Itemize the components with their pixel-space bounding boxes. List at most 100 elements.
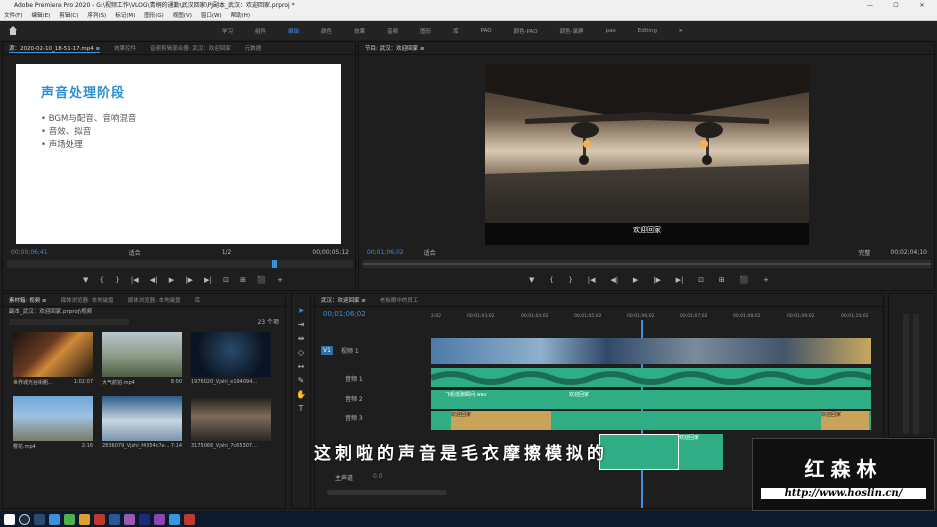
clip-thumbnail[interactable]: 大气航拍.mp4 8:00 <box>102 332 182 386</box>
clip-thumbnail[interactable]: 世界城光谷街衢... 1:02:07 <box>13 332 93 386</box>
audio-clip-selected[interactable] <box>599 434 679 470</box>
workspace-editing[interactable]: 编辑 <box>288 27 299 35</box>
clip-yellow[interactable]: 欢迎回家 <box>451 411 551 430</box>
audio-clip-a2[interactable]: 飞机低跑瞬间.wav 欢迎回家 <box>431 390 871 409</box>
source-fit-dropdown[interactable]: 适合 <box>129 248 141 257</box>
source-playhead[interactable] <box>272 260 277 268</box>
menu-sequence[interactable]: 序列(S) <box>87 11 106 20</box>
step-forward-button[interactable]: |▶ <box>653 276 661 284</box>
menu-help[interactable]: 帮助(H) <box>231 11 250 20</box>
go-to-in-button[interactable]: |◀ <box>588 276 596 284</box>
pen-tool-icon[interactable]: ✎ <box>298 376 305 385</box>
menu-view[interactable]: 视图(V) <box>173 11 192 20</box>
tab-metadata[interactable]: 元数据 <box>245 44 262 52</box>
selection-tool-icon[interactable]: ➤ <box>298 306 305 315</box>
tab-sequence-boss[interactable]: 老板眼中的员工 <box>380 296 419 304</box>
play-button[interactable]: ▶ <box>169 276 174 284</box>
go-to-in-button[interactable]: |◀ <box>131 276 139 284</box>
chrome-icon[interactable] <box>94 513 105 525</box>
audio-clip[interactable]: 欢迎回家 <box>679 434 723 470</box>
mark-out-button[interactable]: } <box>568 276 572 284</box>
workspace-color-pao[interactable]: 颜色-PAO <box>514 27 538 35</box>
menu-clip[interactable]: 剪辑(C) <box>59 11 78 20</box>
workspace-editing-en[interactable]: Editing <box>638 28 657 34</box>
workspace-assembly[interactable]: 组件 <box>255 27 266 35</box>
workspace-grade-rec[interactable]: 调色-录屏 <box>560 27 584 35</box>
source-scrubber[interactable] <box>7 260 353 268</box>
workspace-audio[interactable]: 音频 <box>387 27 398 35</box>
task-view-icon[interactable] <box>34 513 45 525</box>
step-back-button[interactable]: ◀| <box>150 276 158 284</box>
project-search-input[interactable] <box>9 318 129 325</box>
clip-yellow[interactable]: 欢迎回家 <box>821 411 869 430</box>
marker-button[interactable]: ▼ <box>83 276 88 284</box>
menu-window[interactable]: 窗口(W) <box>201 11 222 20</box>
marker-button[interactable]: ▼ <box>529 276 534 284</box>
word-icon[interactable] <box>109 513 120 525</box>
tab-source[interactable]: 源：2020-02-10_18-51-17.mp4 ≡ <box>9 44 101 53</box>
mark-in-button[interactable]: { <box>100 276 104 284</box>
mark-in-button[interactable]: { <box>549 276 553 284</box>
program-scrubber[interactable] <box>363 260 931 268</box>
maximize-button[interactable]: ☐ <box>885 0 907 11</box>
go-to-out-button[interactable]: ▶| <box>676 276 684 284</box>
clip-thumbnail[interactable]: 2836079_Vjshi_f4354c7e... 7:14 <box>102 396 182 450</box>
clip-thumbnail[interactable]: 1976020_Vjshi_e194094... <box>191 332 271 386</box>
explorer-icon[interactable] <box>49 513 60 525</box>
workspace-learn[interactable]: 学习 <box>222 27 233 35</box>
workspace-graphics[interactable]: 图形 <box>420 27 431 35</box>
close-button[interactable]: ✕ <box>911 0 933 11</box>
workspace-pao-lower[interactable]: pao <box>606 28 616 34</box>
go-to-out-button[interactable]: ▶| <box>204 276 212 284</box>
photoshop-icon[interactable] <box>139 513 150 525</box>
clip-thumbnail[interactable]: 樱花.mp4 2:16 <box>13 396 93 450</box>
tab-bin-video[interactable]: 素材箱: 视频 ≡ <box>9 296 46 304</box>
menu-marker[interactable]: 标记(M) <box>115 11 135 20</box>
lift-button[interactable]: ⊡ <box>698 276 704 284</box>
workspace-color[interactable]: 颜色 <box>321 27 332 35</box>
after-effects-icon[interactable] <box>154 513 165 525</box>
windows-start-icon[interactable] <box>4 513 15 525</box>
workspace-library[interactable]: 库 <box>453 27 459 35</box>
slip-tool-icon[interactable]: ↔ <box>298 362 305 371</box>
tab-effect-controls[interactable]: 效果控件 <box>114 44 136 52</box>
tab-program[interactable]: 节目: 武汉：欢迎回家 ≡ <box>365 44 424 52</box>
app-icon[interactable] <box>184 513 195 525</box>
clip-thumbnail[interactable]: 3175066_Vjshi_7c65307... <box>191 396 271 450</box>
step-forward-button[interactable]: |▶ <box>185 276 193 284</box>
tab-media-browser-2[interactable]: 媒体浏览器: 本地磁盘 <box>128 296 181 304</box>
timeline-ruler[interactable]: 2;02 00;01;03;02 00;01;04;02 00;01;05;02… <box>431 314 883 326</box>
menu-file[interactable]: 文件(F) <box>4 11 22 20</box>
ripple-edit-tool-icon[interactable]: ⇹ <box>298 334 305 343</box>
audio-clip-a3[interactable]: 欢迎回家 欢迎回家 <box>431 411 871 430</box>
program-timecode[interactable]: 00;01;06;02 <box>367 249 404 256</box>
add-button[interactable]: + <box>763 276 769 284</box>
track-select-tool-icon[interactable]: ⇥ <box>298 320 305 329</box>
menu-graphics[interactable]: 图形(G) <box>144 11 164 20</box>
video-clip-strip[interactable] <box>431 338 871 364</box>
tab-media-browser[interactable]: 媒体浏览器: 本地磁盘 <box>60 296 113 304</box>
play-button[interactable]: ▶ <box>633 276 638 284</box>
export-frame-button[interactable]: ⬛ <box>740 276 749 284</box>
timeline-timecode[interactable]: 00;01;06;02 <box>323 310 366 318</box>
extract-button[interactable]: ⊞ <box>719 276 725 284</box>
minimize-button[interactable]: — <box>859 0 881 11</box>
program-fit-dropdown[interactable]: 适合 <box>424 248 436 257</box>
source-timecode[interactable]: 00;00;06;41 <box>11 249 48 256</box>
hand-tool-icon[interactable]: ✋ <box>296 390 306 399</box>
folder-icon[interactable] <box>79 513 90 525</box>
mark-out-button[interactable]: } <box>115 276 119 284</box>
step-back-button[interactable]: ◀| <box>610 276 618 284</box>
razor-tool-icon[interactable]: ◇ <box>298 348 304 357</box>
home-icon[interactable] <box>8 25 22 36</box>
track-target-v1[interactable]: V1 <box>321 345 333 355</box>
wechat-icon[interactable] <box>64 513 75 525</box>
audition-icon[interactable] <box>169 513 180 525</box>
workspace-effects[interactable]: 效果 <box>354 27 365 35</box>
workspace-pao[interactable]: PAO <box>481 28 492 34</box>
premiere-icon[interactable] <box>124 513 135 525</box>
export-frame-button[interactable]: ⬛ <box>257 276 266 284</box>
tab-audio-clip-mixer[interactable]: 音频剪辑混合器: 武汉：欢迎回家 <box>150 44 231 52</box>
program-quality-dropdown[interactable]: 完整 <box>858 248 870 257</box>
workspace-more-button[interactable]: » <box>679 28 682 34</box>
